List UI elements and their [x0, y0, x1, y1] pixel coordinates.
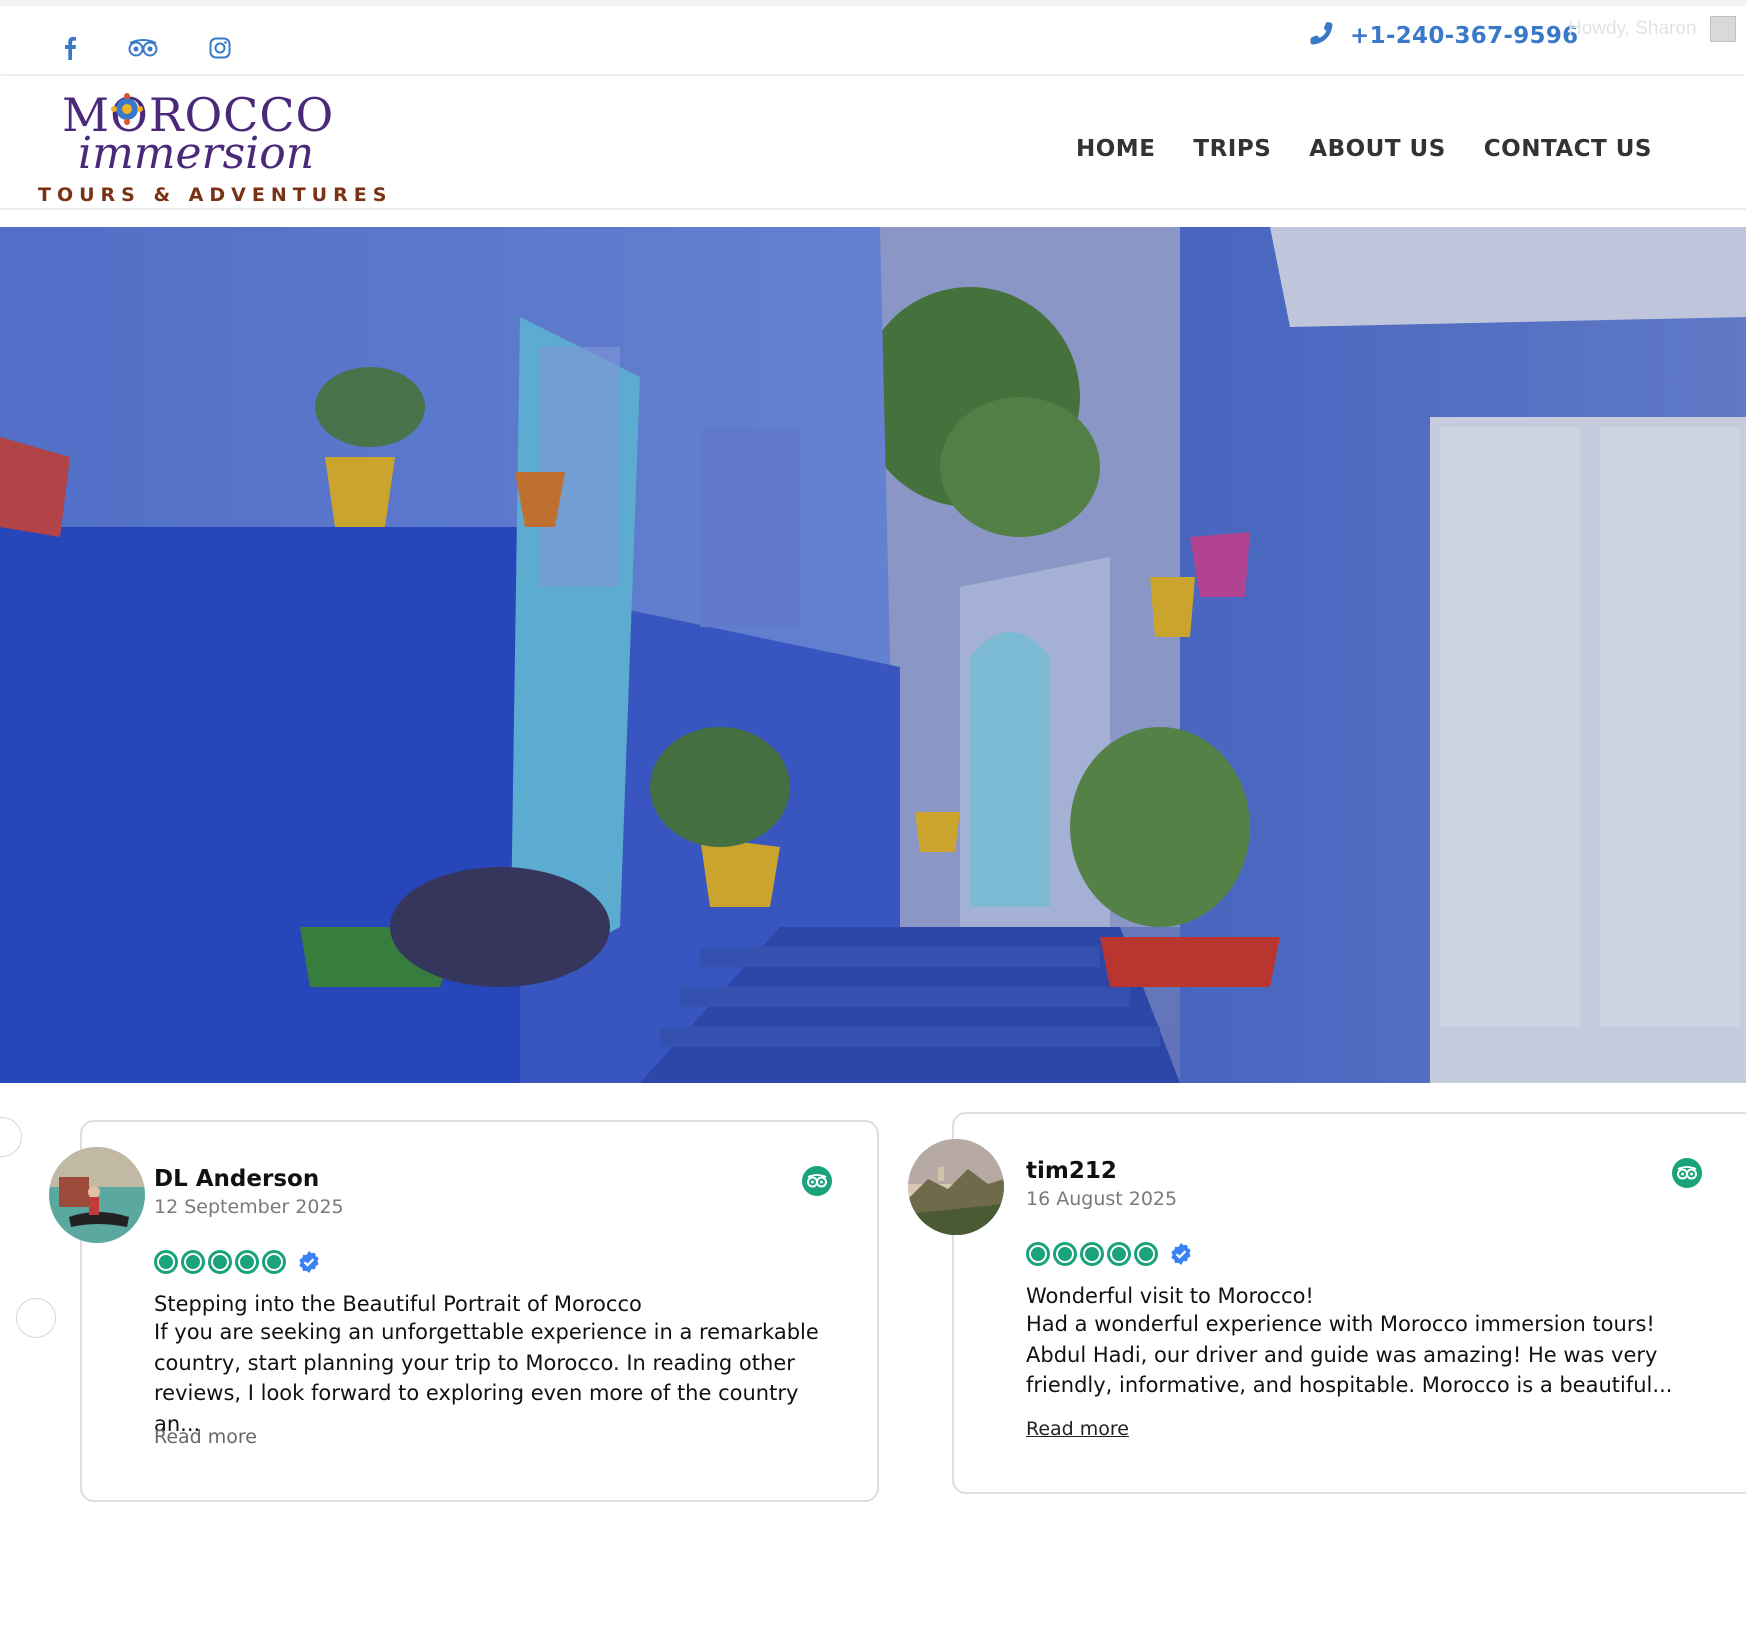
review-title: Stepping into the Beautiful Portrait of …	[154, 1292, 642, 1316]
top-bar: +1-240-367-9596 Howdy, Sharon	[0, 0, 1746, 74]
rating-star-icon	[1134, 1242, 1158, 1266]
rating-star-icon	[235, 1250, 259, 1274]
review-card: tim212 16 August 2025 Wonderful visit to…	[908, 1112, 1746, 1494]
phone-link[interactable]: +1-240-367-9596	[1308, 20, 1578, 51]
review-body: If you are seeking an unforgettable expe…	[154, 1320, 819, 1436]
phone-icon	[1308, 20, 1334, 51]
review-body: Had a wonderful experience with Morocco …	[1026, 1312, 1673, 1397]
logo-tagline: TOURS & ADVENTURES	[38, 184, 393, 206]
howdy-greeting[interactable]: Howdy, Sharon	[1568, 18, 1697, 40]
star-rating	[154, 1250, 321, 1274]
rating-star-icon	[1026, 1242, 1050, 1266]
site-logo[interactable]: MOROCCO immersion TOURS & ADVENTURES	[38, 88, 386, 206]
user-avatar[interactable]	[1710, 16, 1736, 42]
review-card: DL Anderson 12 September 2025 Stepping i…	[49, 1120, 879, 1502]
star-rating	[1026, 1242, 1193, 1266]
nav-trips[interactable]: TRIPS	[1193, 136, 1271, 162]
read-more-link[interactable]: Read more	[1026, 1418, 1129, 1440]
nav-home[interactable]: HOME	[1076, 136, 1155, 162]
carousel-prev-peek[interactable]	[0, 1117, 22, 1157]
reviewer-avatar	[49, 1147, 145, 1243]
reviewer-avatar	[908, 1139, 1004, 1235]
read-more-link[interactable]: Read more	[154, 1426, 257, 1448]
rating-star-icon	[208, 1250, 232, 1274]
rating-star-icon	[154, 1250, 178, 1274]
verified-icon	[299, 1251, 319, 1273]
rating-star-icon	[1107, 1242, 1131, 1266]
rating-star-icon	[181, 1250, 205, 1274]
tripadvisor-icon[interactable]	[123, 28, 163, 68]
carousel-prev-button[interactable]	[16, 1298, 56, 1338]
facebook-icon[interactable]	[50, 28, 90, 68]
nav-about-us[interactable]: ABOUT US	[1309, 136, 1446, 162]
verified-icon	[1171, 1243, 1191, 1265]
reviewer-name: DL Anderson	[154, 1166, 320, 1192]
rating-star-icon	[262, 1250, 286, 1274]
rating-star-icon	[1080, 1242, 1104, 1266]
review-title: Wonderful visit to Morocco!	[1026, 1284, 1314, 1308]
rating-star-icon	[1053, 1242, 1077, 1266]
logo-compass-icon	[111, 93, 143, 125]
site-header: MOROCCO immersion TOURS & ADVENTURES HOM…	[0, 76, 1746, 210]
phone-number[interactable]: +1-240-367-9596	[1350, 23, 1578, 49]
hero-image	[0, 227, 1746, 1083]
tripadvisor-badge-icon	[802, 1166, 832, 1196]
reviewer-name: tim212	[1026, 1158, 1117, 1184]
nav-contact-us[interactable]: CONTACT US	[1484, 136, 1652, 162]
main-nav: HOME TRIPS ABOUT US CONTACT US	[1076, 136, 1652, 162]
logo-script: immersion	[78, 128, 315, 179]
tripadvisor-badge-icon	[1672, 1158, 1702, 1188]
review-date: 16 August 2025	[1026, 1188, 1178, 1210]
instagram-icon[interactable]	[200, 28, 240, 68]
review-date: 12 September 2025	[154, 1196, 344, 1218]
